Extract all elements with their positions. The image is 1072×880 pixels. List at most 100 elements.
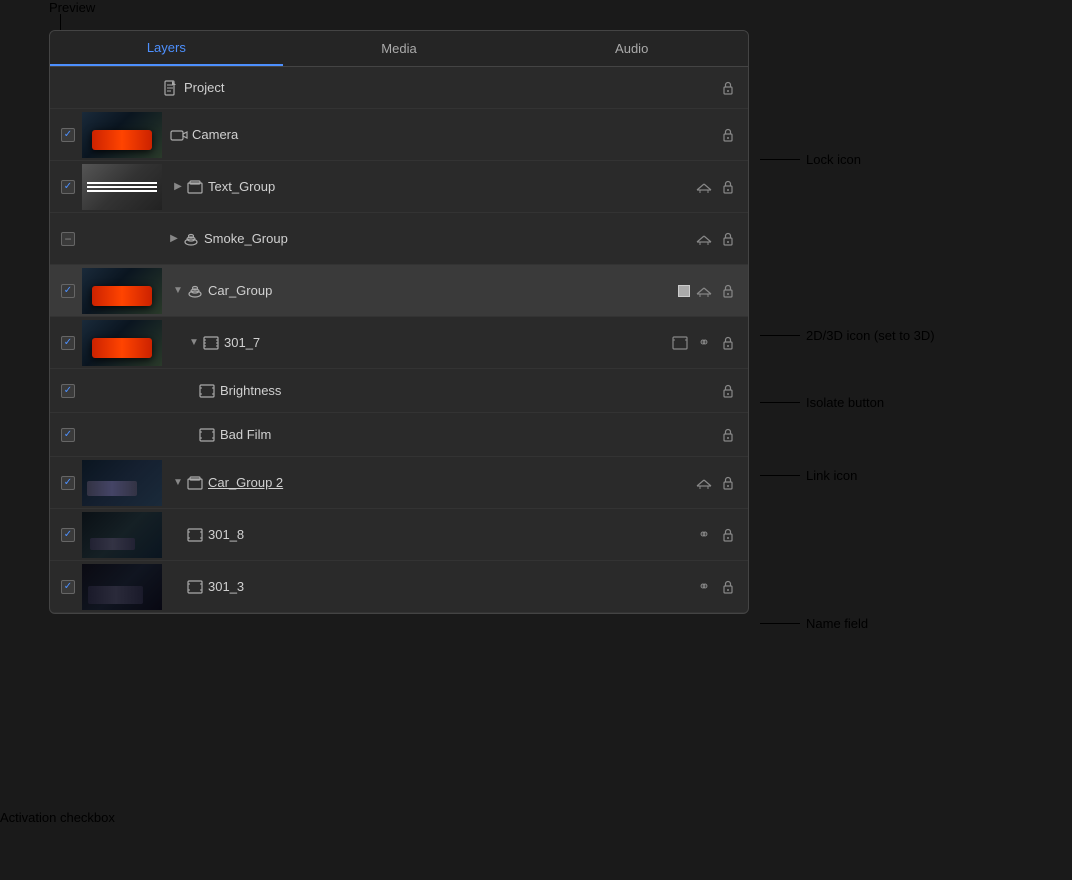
name-ann-line [760, 623, 800, 624]
2d3d-icon-car-group[interactable] [694, 281, 714, 301]
checkbox-area-car-group[interactable] [54, 284, 82, 298]
layer-row-smoke-group: ▶ Smoke_Group [50, 213, 748, 265]
car-group-icon [186, 282, 204, 300]
right-icons-301-8: ⚭ [694, 525, 738, 545]
right-icons-car-group-2 [694, 473, 738, 493]
layer-row-car-group-2: ▼ Car_Group 2 [50, 457, 748, 509]
layers-panel: Layers Media Audio Project [49, 30, 749, 614]
checkbox-camera[interactable] [61, 128, 75, 142]
camera-icon [170, 126, 188, 144]
layer-row-brightness: Brightness [50, 369, 748, 413]
checkbox-area-text-group[interactable] [54, 180, 82, 194]
isolate-ann-line [760, 402, 800, 403]
lock-icon-car-group[interactable] [718, 281, 738, 301]
thumbnail-text-group [82, 164, 162, 210]
checkbox-area-bad-film[interactable] [54, 428, 82, 442]
checkbox-301-7[interactable] [61, 336, 75, 350]
thumbnail-301-7 [82, 320, 162, 366]
document-icon [162, 79, 180, 97]
isolate-button-car-group[interactable] [678, 285, 690, 297]
link-icon-301-3[interactable]: ⚭ [694, 577, 714, 597]
lock-icon-bad-film[interactable] [718, 425, 738, 445]
2d3d-icon-smoke-group[interactable] [694, 229, 714, 249]
layer-row-301-3: 301_3 ⚭ [50, 561, 748, 613]
checkbox-area-smoke-group[interactable] [54, 232, 82, 246]
link-icon-301-7[interactable]: ⚭ [694, 333, 714, 353]
thumbnail-301-8 [82, 512, 162, 558]
layer-name-301-7: 301_7 [224, 335, 670, 350]
right-icons-camera [718, 125, 738, 145]
expand-car-group-2[interactable]: ▼ [170, 475, 186, 491]
layer-row-camera: Camera [50, 109, 748, 161]
lock-icon-annotation: Lock icon [760, 152, 861, 167]
tab-media[interactable]: Media [283, 31, 516, 66]
expand-text-group[interactable]: ▶ [170, 179, 186, 195]
checkbox-area-301-8[interactable] [54, 528, 82, 542]
2d3d-icon-car-group-2[interactable] [694, 473, 714, 493]
right-icons-project [718, 78, 738, 98]
lock-icon-301-7[interactable] [718, 333, 738, 353]
lock-ann-line [760, 159, 800, 160]
2d3d-ann-line [760, 335, 800, 336]
expand-301-7[interactable]: ▼ [186, 335, 202, 351]
expand-car-group[interactable]: ▼ [170, 283, 186, 299]
checkbox-smoke-group[interactable] [61, 232, 75, 246]
checkbox-area-car-group-2[interactable] [54, 476, 82, 490]
layer-name-301-3: 301_3 [208, 579, 694, 594]
layer-name-text-group: Text_Group [208, 179, 694, 194]
lock-icon-car-group-2[interactable] [718, 473, 738, 493]
name-field-annotation: Name field [760, 616, 868, 631]
checkbox-301-8[interactable] [61, 528, 75, 542]
checkbox-car-group[interactable] [61, 284, 75, 298]
checkbox-brightness[interactable] [61, 384, 75, 398]
lock-icon-301-3[interactable] [718, 577, 738, 597]
film-icon-301-7 [202, 334, 220, 352]
lock-icon-301-8[interactable] [718, 525, 738, 545]
checkbox-area-301-7[interactable] [54, 336, 82, 350]
layer-row-301-8: 301_8 ⚭ [50, 509, 748, 561]
lock-icon-smoke-group[interactable] [718, 229, 738, 249]
right-icons-bad-film [718, 425, 738, 445]
layer-name-brightness: Brightness [220, 383, 718, 398]
2d3d-icon-text-group[interactable] [694, 177, 714, 197]
layer-name-car-group: Car_Group [208, 283, 678, 298]
right-icons-car-group [694, 281, 738, 301]
film-icon-301-8 [186, 526, 204, 544]
checkbox-area-301-3[interactable] [54, 580, 82, 594]
tab-audio[interactable]: Audio [515, 31, 748, 66]
right-icons-smoke-group [694, 229, 738, 249]
layer-name-car-group-2[interactable]: Car_Group 2 [208, 475, 694, 490]
link-icon-301-8[interactable]: ⚭ [694, 525, 714, 545]
expand-smoke-group[interactable]: ▶ [166, 231, 182, 247]
lock-icon-text-group[interactable] [718, 177, 738, 197]
layer-name-smoke-group: Smoke_Group [204, 231, 694, 246]
link-ann-label: Link icon [806, 468, 857, 483]
checkbox-area-camera[interactable] [54, 128, 82, 142]
thumbnail-car-group [82, 268, 162, 314]
right-icons-301-3: ⚭ [694, 577, 738, 597]
right-icons-301-7: ⚭ [670, 333, 738, 353]
checkbox-301-3[interactable] [61, 580, 75, 594]
2d3d-ann-label: 2D/3D icon (set to 3D) [806, 328, 935, 343]
checkbox-area-brightness[interactable] [54, 384, 82, 398]
checkbox-bad-film[interactable] [61, 428, 75, 442]
tab-layers[interactable]: Layers [50, 31, 283, 66]
layer-name-project: Project [184, 80, 718, 95]
thumbnail-301-3 [82, 564, 162, 610]
thumbnail-camera [82, 112, 162, 158]
layer-row-301-7: ▼ 301_7 ⚭ [50, 317, 748, 369]
layer-name-camera: Camera [192, 127, 718, 142]
lock-icon-brightness[interactable] [718, 381, 738, 401]
layer-name-301-8: 301_8 [208, 527, 694, 542]
checkbox-text-group[interactable] [61, 180, 75, 194]
isolate-annotation: Isolate button [760, 395, 884, 410]
layer-row-car-group: ▼ Car_Group [50, 265, 748, 317]
checkbox-car-group-2[interactable] [61, 476, 75, 490]
group-icon-text [186, 178, 204, 196]
lock-icon-camera[interactable] [718, 125, 738, 145]
right-icons-text-group [694, 177, 738, 197]
film-badge-301-7 [670, 333, 690, 353]
name-ann-label: Name field [806, 616, 868, 631]
lock-icon-project[interactable] [718, 78, 738, 98]
film-small-icon-brightness [198, 382, 216, 400]
